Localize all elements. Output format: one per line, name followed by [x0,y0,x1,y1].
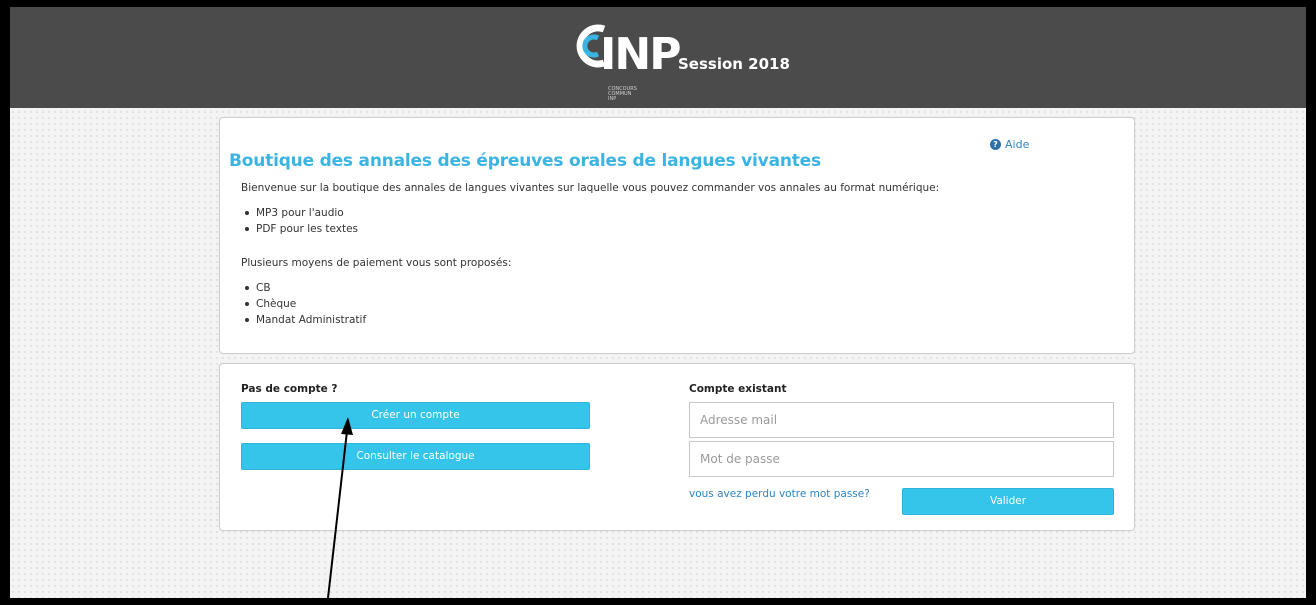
email-field[interactable] [689,402,1114,438]
list-item: MP3 pour l'audio [244,205,358,221]
list-item: Chèque [244,296,366,312]
logo-text: INP [600,29,681,80]
payments-list: CB Chèque Mandat Administratif [244,280,367,328]
list-item: CB [244,280,366,296]
session-label: Session 2018 [678,55,790,73]
existing-account-label: Compte existant [689,383,787,395]
no-account-label: Pas de compte ? [241,383,338,395]
page-title: Boutique des annales des épreuves orales… [229,151,821,171]
logo-subtext: CONCOURS COMMUN INP [608,86,637,102]
payment-intro: Plusieurs moyens de paiement vous sont p… [241,257,512,269]
intro-text: Bienvenue sur la boutique des annales de… [241,182,940,194]
page-frame: INP CONCOURS COMMUN INP Session 2018 ? A… [10,7,1306,598]
info-panel: ? Aide Boutique des annales des épreuves… [219,117,1135,354]
validate-button[interactable]: Valider [902,488,1114,515]
account-panel: Pas de compte ? Créer un compte Consulte… [219,363,1135,531]
lost-password-link[interactable]: vous avez perdu votre mot passe? [689,488,870,500]
password-field[interactable] [689,441,1114,477]
help-link[interactable]: ? Aide [990,138,1029,151]
catalog-button[interactable]: Consulter le catalogue [241,443,590,470]
inp-logo[interactable]: INP CONCOURS COMMUN INP Session 2018 [570,19,800,104]
formats-list: MP3 pour l'audio PDF pour les textes [244,205,359,237]
site-header: INP CONCOURS COMMUN INP Session 2018 [10,7,1306,108]
list-item: PDF pour les textes [244,223,359,235]
list-item: Mandat Administratif [244,314,367,326]
question-circle-icon: ? [990,139,1001,150]
create-account-button[interactable]: Créer un compte [241,402,590,429]
help-label: Aide [1005,138,1030,151]
